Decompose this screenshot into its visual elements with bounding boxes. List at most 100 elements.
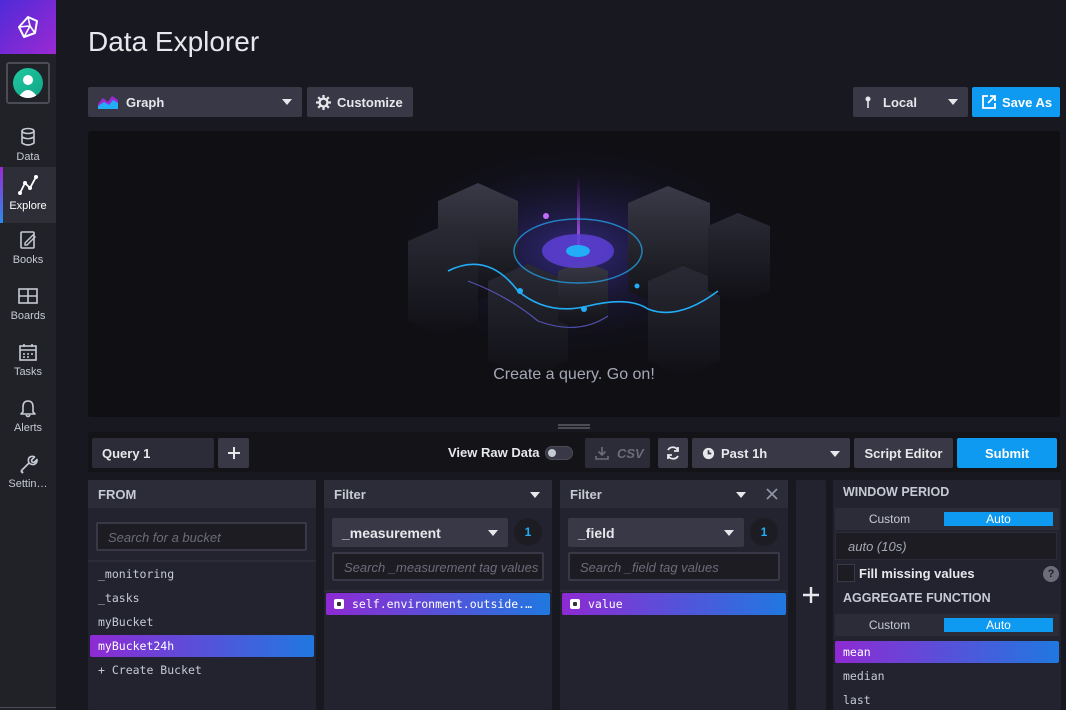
bucket-label: _tasks	[98, 591, 140, 605]
bucket-item[interactable]: _tasks	[90, 587, 314, 609]
window-period-title: WINDOW PERIOD	[843, 485, 950, 499]
add-query-button[interactable]	[218, 438, 249, 468]
timezone-dropdown[interactable]: Local	[853, 87, 968, 117]
graph-panel: Create a query. Go on!	[88, 131, 1060, 417]
bucket-item[interactable]: _monitoring	[90, 563, 314, 585]
sidebar-item-label: Data	[16, 151, 40, 163]
visualization-type-dropdown[interactable]: Graph	[88, 87, 302, 117]
aggregate-function-toggle[interactable]: Custom Auto	[835, 614, 1059, 636]
dashboard-grid-icon	[18, 288, 38, 304]
filter-panel-header[interactable]: Filter	[324, 480, 552, 508]
from-panel-header: FROM	[88, 480, 316, 508]
chevron-down-icon	[830, 451, 840, 457]
divider	[88, 560, 316, 562]
auto-option[interactable]: Auto	[944, 618, 1053, 632]
script-editor-label: Script Editor	[864, 445, 943, 461]
sidebar-item-boards[interactable]: Boards	[0, 279, 56, 335]
sidebar-item-explore[interactable]: Explore	[0, 167, 56, 223]
csv-download-button[interactable]: CSV	[585, 438, 650, 468]
checkbox-icon	[570, 599, 580, 609]
window-period-toggle[interactable]: Custom Auto	[835, 508, 1059, 530]
window-period-value: auto (10s)	[848, 539, 907, 554]
view-raw-data-label: View Raw Data	[448, 445, 540, 460]
auto-option[interactable]: Auto	[944, 512, 1053, 526]
filter-panel-field: Filter _field 1 Search _field tag values…	[560, 480, 788, 710]
chevron-down-icon	[282, 99, 292, 105]
measurement-key-dropdown[interactable]: _measurement	[332, 518, 508, 547]
timezone-label: Local	[883, 94, 917, 110]
refresh-button[interactable]	[658, 438, 688, 468]
aggregate-function-item[interactable]: median	[835, 665, 1059, 687]
plus-icon	[227, 447, 240, 459]
filter-panel-header[interactable]: Filter	[560, 480, 788, 508]
custom-option[interactable]: Custom	[835, 618, 944, 632]
query-tab[interactable]: Query 1	[92, 438, 214, 468]
save-as-button[interactable]: Save As	[972, 87, 1060, 117]
bucket-item[interactable]: myBucket	[90, 611, 314, 633]
create-bucket-link[interactable]: + Create Bucket	[90, 659, 314, 681]
measurement-value-item[interactable]: self.environment.outside.temperature	[326, 593, 550, 615]
help-icon[interactable]: ?	[1043, 566, 1059, 582]
create-bucket-label: + Create Bucket	[98, 663, 202, 677]
from-panel: FROM Search for a bucket _monitoring _ta…	[88, 480, 316, 710]
fill-missing-label: Fill missing values	[859, 566, 975, 581]
aggregate-function-item-selected[interactable]: mean	[835, 641, 1059, 663]
sidebar-item-label: Books	[12, 254, 44, 266]
view-raw-data-toggle[interactable]	[545, 446, 573, 460]
notebook-icon	[20, 231, 36, 249]
chevron-down-icon[interactable]	[736, 492, 746, 498]
time-range-label: Past 1h	[721, 445, 768, 461]
add-filter-button[interactable]	[796, 480, 826, 710]
sidebar-item-label: Explore	[9, 200, 47, 212]
customize-button[interactable]: Customize	[307, 87, 413, 117]
chevron-down-icon[interactable]	[530, 492, 540, 498]
fill-missing-checkbox[interactable]	[837, 564, 855, 582]
measurement-search-input[interactable]: Search _measurement tag values	[332, 552, 544, 581]
submit-label: Submit	[984, 445, 1030, 461]
download-icon	[595, 447, 609, 460]
user-icon	[18, 75, 38, 98]
bucket-item-selected[interactable]: myBucket24h	[90, 635, 314, 657]
influx-logo[interactable]	[0, 0, 56, 54]
divider	[324, 590, 552, 592]
bucket-search-placeholder: Search for a bucket	[108, 530, 221, 545]
function-label: mean	[843, 645, 871, 659]
chevron-down-icon	[488, 530, 498, 536]
filter-key-label: _field	[578, 524, 615, 541]
sidebar-item-alerts[interactable]: Alerts	[0, 391, 56, 447]
sidebar-item-label: Boards	[10, 310, 46, 322]
filter-panel-title: Filter	[570, 486, 602, 502]
divider	[560, 590, 788, 592]
sidebar-item-books[interactable]: Books	[0, 223, 56, 279]
bucket-label: _monitoring	[98, 567, 175, 581]
pin-icon	[865, 96, 871, 108]
graph-type-icon	[98, 96, 118, 109]
field-key-dropdown[interactable]: _field	[568, 518, 744, 547]
selected-count-badge: 1	[750, 518, 778, 546]
measurement-value-label: self.environment.outside.temperature	[352, 597, 538, 611]
sidebar-item-label: Settin…	[8, 478, 48, 490]
bell-icon	[20, 400, 36, 418]
user-avatar-button[interactable]	[6, 62, 50, 104]
chevron-down-icon	[948, 99, 958, 105]
bucket-search-input[interactable]: Search for a bucket	[96, 522, 307, 551]
script-editor-button[interactable]: Script Editor	[854, 438, 953, 468]
logo-icon	[18, 16, 38, 38]
aggregate-function-item[interactable]: last	[835, 689, 1059, 710]
avatar	[13, 68, 43, 98]
custom-option[interactable]: Custom	[835, 512, 944, 526]
sidebar-item-settings[interactable]: Settin…	[0, 447, 56, 503]
submit-button[interactable]: Submit	[957, 438, 1057, 468]
aggregate-panel: WINDOW PERIOD Custom Auto auto (10s) Fil…	[833, 480, 1061, 710]
sidebar-item-tasks[interactable]: Tasks	[0, 335, 56, 391]
close-icon[interactable]	[766, 488, 778, 500]
window-period-input[interactable]: auto (10s)	[835, 532, 1057, 560]
resize-handle[interactable]	[558, 424, 590, 429]
time-range-dropdown[interactable]: Past 1h	[692, 438, 850, 468]
field-search-placeholder: Search _field tag values	[580, 560, 719, 575]
field-search-input[interactable]: Search _field tag values	[568, 552, 780, 581]
sidebar: Data Explore Books Boards Tasks Alerts S…	[0, 0, 56, 710]
field-value-item[interactable]: value	[562, 593, 786, 615]
database-icon	[21, 127, 35, 146]
filter-key-label: _measurement	[342, 524, 441, 541]
